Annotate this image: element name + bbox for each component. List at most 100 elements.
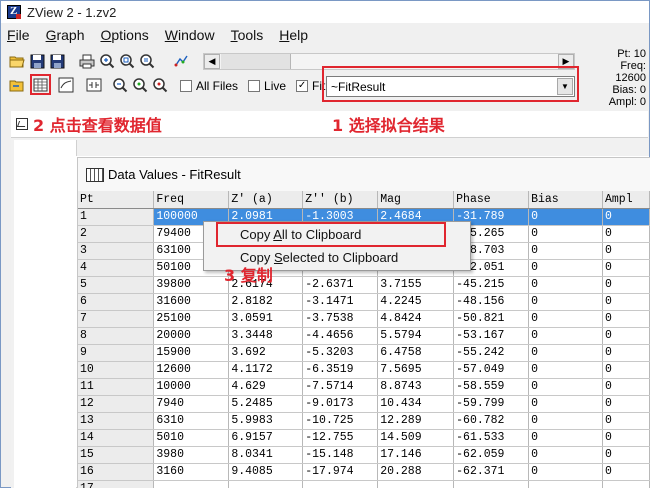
table-cell[interactable]: 9.4085 (228, 463, 304, 481)
print-icon[interactable] (78, 52, 96, 70)
table-cell[interactable]: 14.509 (377, 429, 455, 447)
table-cell[interactable]: 4.8424 (377, 310, 455, 328)
row-header-cell[interactable]: 2 (78, 225, 155, 243)
scroll-thumb[interactable] (221, 54, 291, 69)
row-header-cell[interactable]: 15 (78, 446, 155, 464)
table-cell[interactable]: 17.146 (377, 446, 455, 464)
row-header-cell[interactable]: 7 (78, 310, 155, 328)
table-cell[interactable]: -6.3519 (302, 361, 379, 379)
row-header-cell[interactable]: 1 (78, 208, 155, 226)
table-cell[interactable]: -4.4656 (302, 327, 379, 345)
table-cell[interactable]: 6.4758 (377, 344, 455, 362)
table-cell[interactable]: -15.148 (302, 446, 379, 464)
column-header[interactable]: Freq (153, 191, 230, 209)
save-icon[interactable] (28, 52, 46, 70)
table-cell[interactable]: 6310 (153, 412, 230, 430)
table-cell[interactable]: 0 (602, 395, 650, 413)
chevron-down-icon[interactable]: ▼ (557, 78, 573, 95)
table-cell[interactable]: 0 (602, 225, 650, 243)
table-cell[interactable]: -57.049 (453, 361, 530, 379)
table-cell[interactable]: 0 (528, 293, 603, 311)
row-header-cell[interactable]: 14 (78, 429, 155, 447)
table-cell[interactable] (377, 480, 455, 488)
column-header[interactable]: Z' (a) (228, 191, 304, 209)
table-cell[interactable]: -2.6371 (302, 276, 379, 294)
row-header-cell[interactable]: 13 (78, 412, 155, 430)
table-cell[interactable]: 0 (528, 276, 603, 294)
fit-checkbox[interactable]: ✓ (296, 80, 309, 92)
table-cell[interactable]: 0 (528, 259, 603, 277)
table-cell[interactable]: 5010 (153, 429, 230, 447)
row-header-cell[interactable]: 4 (78, 259, 155, 277)
table-cell[interactable]: 20.288 (377, 463, 455, 481)
zoom-fit-icon[interactable] (138, 52, 156, 70)
table-cell[interactable]: 0 (528, 463, 603, 481)
table-cell[interactable]: 12.289 (377, 412, 455, 430)
table-cell[interactable]: -59.799 (453, 395, 530, 413)
table-cell[interactable] (228, 480, 304, 488)
row-header-cell[interactable]: 6 (78, 293, 155, 311)
table-cell[interactable]: 8.8743 (377, 378, 455, 396)
table-row[interactable]: 17 (78, 480, 650, 488)
table-cell[interactable]: 5.9983 (228, 412, 304, 430)
table-row[interactable]: 11 10000 4.629 -7.5714 8.8743 -58.559 0 0 (78, 378, 650, 396)
scroll-left-icon[interactable]: ◀ (204, 54, 220, 69)
table-row[interactable]: 12 7940 5.2485 -9.0173 10.434 -59.799 0 0 (78, 395, 650, 413)
table-cell[interactable]: 3980 (153, 446, 230, 464)
menu-file[interactable]: File (7, 27, 30, 43)
table-cell[interactable]: -7.5714 (302, 378, 379, 396)
data-points-icon[interactable] (172, 52, 190, 70)
table-row[interactable]: 5 39800 2.6174 -2.6371 3.7155 -45.215 0 0 (78, 276, 650, 294)
table-cell[interactable]: 3160 (153, 463, 230, 481)
table-cell[interactable]: 4.2245 (377, 293, 455, 311)
table-cell[interactable]: 0 (602, 429, 650, 447)
table-cell[interactable]: 0 (602, 327, 650, 345)
table-row[interactable]: 16 3160 9.4085 -17.974 20.288 -62.371 0 0 (78, 463, 650, 481)
circuit-icon[interactable] (85, 76, 103, 94)
table-cell[interactable]: 4.1172 (228, 361, 304, 379)
table-cell[interactable]: 0 (528, 446, 603, 464)
table-cell[interactable]: 0 (528, 208, 603, 226)
row-header-cell[interactable]: 16 (78, 463, 155, 481)
column-header[interactable]: Bias (528, 191, 603, 209)
table-cell[interactable]: -3.7538 (302, 310, 379, 328)
table-cell[interactable]: 3.7155 (377, 276, 455, 294)
all-files-checkbox[interactable] (180, 80, 192, 92)
table-cell[interactable]: 2.8182 (228, 293, 304, 311)
table-cell[interactable]: 3.3448 (228, 327, 304, 345)
row-header-cell[interactable]: 8 (78, 327, 155, 345)
table-cell[interactable]: 0 (602, 310, 650, 328)
table-cell[interactable]: 0 (528, 361, 603, 379)
table-cell[interactable]: 3.0591 (228, 310, 304, 328)
table-cell[interactable]: 15900 (153, 344, 230, 362)
table-cell[interactable]: -10.725 (302, 412, 379, 430)
table-cell[interactable]: 0 (602, 259, 650, 277)
table-cell[interactable]: 7940 (153, 395, 230, 413)
save-as-icon[interactable] (48, 52, 66, 70)
zoom-out-icon[interactable] (111, 76, 129, 94)
table-cell[interactable]: 0 (528, 378, 603, 396)
zoom-window-icon[interactable] (118, 52, 136, 70)
menu-options[interactable]: Options (101, 27, 149, 43)
table-cell[interactable]: 5.5794 (377, 327, 455, 345)
table-cell[interactable]: -62.059 (453, 446, 530, 464)
table-row[interactable]: 13 6310 5.9983 -10.725 12.289 -60.782 0 0 (78, 412, 650, 430)
table-cell[interactable]: -55.242 (453, 344, 530, 362)
table-cell[interactable]: -50.821 (453, 310, 530, 328)
table-cell[interactable]: 5.2485 (228, 395, 304, 413)
table-cell[interactable]: -5.3203 (302, 344, 379, 362)
table-cell[interactable]: -61.533 (453, 429, 530, 447)
table-cell[interactable]: 0 (602, 446, 650, 464)
row-header-cell[interactable]: 3 (78, 242, 155, 260)
table-cell[interactable] (602, 480, 650, 488)
table-cell[interactable]: 8.0341 (228, 446, 304, 464)
table-cell[interactable]: 25100 (153, 310, 230, 328)
table-cell[interactable]: -53.167 (453, 327, 530, 345)
table-row[interactable]: 7 25100 3.0591 -3.7538 4.8424 -50.821 0 0 (78, 310, 650, 328)
table-cell[interactable]: 0 (602, 378, 650, 396)
table-cell[interactable] (453, 480, 530, 488)
table-cell[interactable]: 0 (528, 412, 603, 430)
table-cell[interactable] (153, 480, 230, 488)
table-cell[interactable]: 0 (602, 344, 650, 362)
import-data-icon[interactable] (8, 76, 26, 94)
